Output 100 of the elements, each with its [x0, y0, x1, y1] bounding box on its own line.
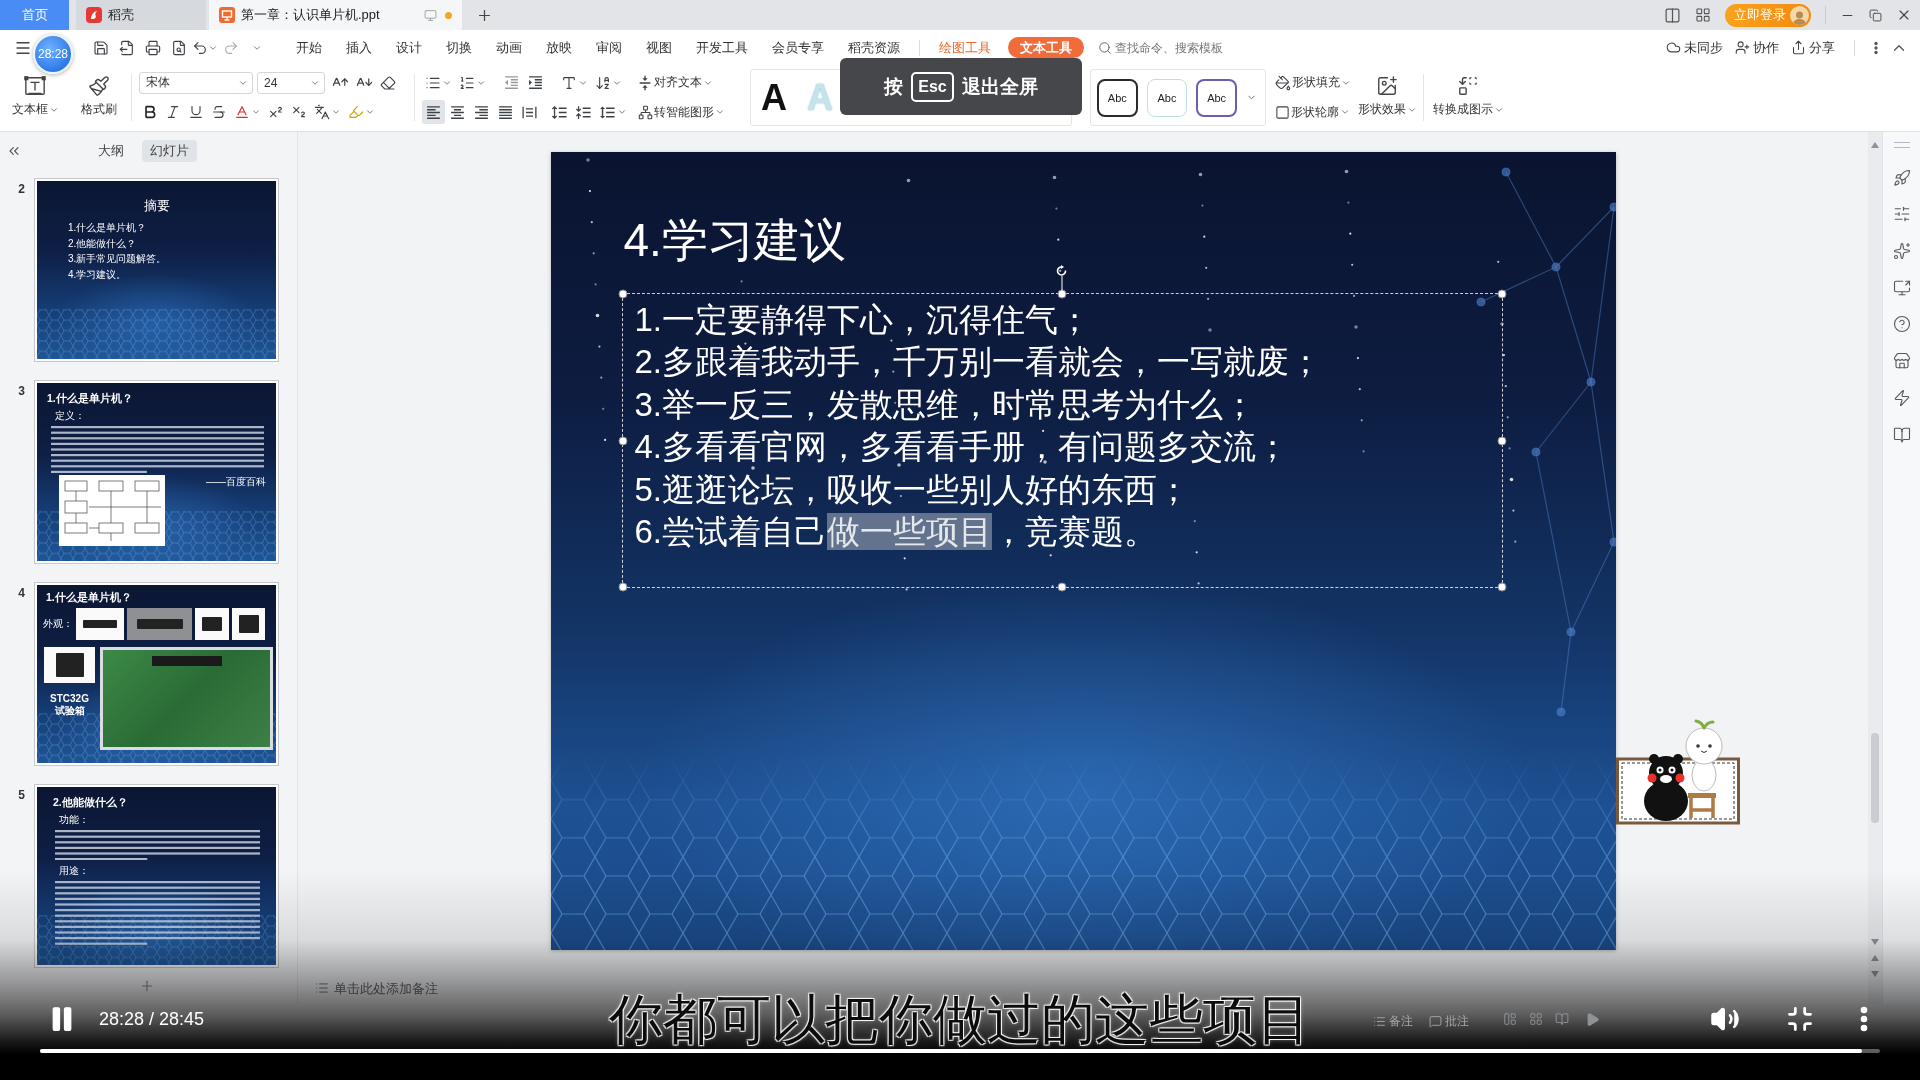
- sliders-icon[interactable]: [1892, 205, 1911, 224]
- search-field[interactable]: 查找命令、搜索模板: [1098, 36, 1237, 59]
- resize-handle[interactable]: [618, 582, 627, 592]
- slide-title: 4.学习建议: [623, 213, 846, 268]
- slide-text: 3.新手常见问题解答。: [68, 252, 167, 266]
- smart-graphic-button[interactable]: 转智能图形: [635, 100, 728, 125]
- resize-handle[interactable]: [1497, 289, 1506, 299]
- shape-outline-button[interactable]: 形状轮廓: [1272, 100, 1353, 125]
- ribbon-tab[interactable]: 切换: [434, 37, 484, 58]
- store-icon[interactable]: [1892, 352, 1911, 371]
- ribbon-tab[interactable]: 视图: [634, 37, 684, 58]
- text-box-button[interactable]: 文本框: [8, 75, 62, 125]
- resize-handle[interactable]: [1057, 289, 1067, 299]
- exit-fullscreen-button[interactable]: [1786, 1005, 1814, 1033]
- slide-thumbnail[interactable]: 1.什么是单片机？ 定义： ——百度百科: [34, 380, 279, 564]
- ribbon-tab[interactable]: 会员专享: [760, 37, 836, 58]
- ribbon-tab[interactable]: 设计: [384, 37, 434, 58]
- panel-tab[interactable]: 幻灯片: [142, 140, 197, 162]
- slide-thumbnail[interactable]: 1.什么是单片机？ 外观： STC32G 试验箱: [34, 582, 279, 766]
- exit-fullscreen-icon: [1786, 1005, 1814, 1033]
- lightning-icon[interactable]: [1892, 388, 1911, 407]
- slide-thumbnail[interactable]: 摘要 1.什么是单片机？ 2.他能做什么？ 3.新手常见问题解答。 4.学习建议。: [34, 178, 279, 362]
- ribbon-tab[interactable]: 开始: [284, 37, 334, 58]
- save-icon[interactable]: [93, 39, 109, 56]
- scrollbar[interactable]: [1868, 132, 1882, 1004]
- italic-icon: [165, 104, 181, 121]
- indent-icon: [527, 74, 544, 92]
- list-item-text: 3.举一反三，发散思维，时常思考为什么；: [634, 384, 1257, 425]
- restore-icon[interactable]: [1869, 8, 1882, 22]
- resize-handle[interactable]: [1497, 436, 1506, 445]
- grip-icon[interactable]: [1893, 142, 1910, 148]
- presentation-file-icon: [219, 7, 235, 23]
- format-painter-button[interactable]: 格式刷: [72, 75, 126, 125]
- scrollbar-thumb[interactable]: [1871, 733, 1879, 823]
- notes-field[interactable]: 单击此处添加备注: [315, 976, 454, 1000]
- ribbon-tab[interactable]: 开发工具: [684, 37, 760, 58]
- more-options-button[interactable]: [1860, 1006, 1868, 1032]
- panel-icon[interactable]: [1664, 6, 1681, 24]
- export-file-icon[interactable]: [119, 39, 135, 56]
- rotate-handle-icon[interactable]: [1056, 265, 1068, 293]
- ribbon-tab[interactable]: 动画: [484, 37, 534, 58]
- user-plus-icon: [1735, 40, 1750, 55]
- sparkles-icon[interactable]: [1892, 242, 1911, 261]
- shape-style-option[interactable]: Abc: [1097, 78, 1138, 117]
- normal-view-icon[interactable]: [1503, 1012, 1517, 1026]
- notes-icon: [315, 981, 329, 995]
- photo-placeholder: [76, 608, 124, 640]
- play-slideshow-icon[interactable]: [1585, 1012, 1600, 1027]
- collaborate-button[interactable]: 协作: [1735, 38, 1779, 57]
- comment-icon: [1429, 1014, 1442, 1028]
- grid-icon[interactable]: [1695, 7, 1711, 23]
- languages-icon: [314, 104, 330, 121]
- notes-toggle[interactable]: 备注: [1373, 1012, 1413, 1030]
- font-family-select[interactable]: 宋体: [139, 71, 253, 94]
- sync-button[interactable]: 未同步: [1666, 38, 1723, 57]
- ribbon-tab[interactable]: 插入: [334, 37, 384, 58]
- slide-thumbnail[interactable]: 2.他能做什么？ 功能： 用途：: [34, 784, 279, 968]
- window-tab[interactable]: 稻壳: [76, 0, 206, 30]
- slide-heading: 用途：: [59, 864, 89, 879]
- rocket-icon[interactable]: [1892, 168, 1911, 187]
- more-icon[interactable]: [1874, 40, 1878, 55]
- grid-view-icon[interactable]: [1529, 1012, 1543, 1026]
- slide-title: 摘要: [143, 197, 170, 215]
- screen-share-icon[interactable]: [1892, 278, 1911, 297]
- convert-button[interactable]: 转换成图示: [1429, 75, 1507, 125]
- comments-toggle[interactable]: 批注: [1429, 1012, 1469, 1030]
- numbered-list-icon: [459, 74, 475, 91]
- help-icon[interactable]: [1892, 315, 1911, 334]
- undo-icon[interactable]: [192, 39, 208, 56]
- slide-text: 1.什么是单片机？: [68, 221, 147, 235]
- share-button[interactable]: 分享: [1791, 38, 1835, 57]
- align-text-button[interactable]: 对齐文本: [634, 70, 716, 95]
- list-item-text: 4.多看看官网，多看看手册，有问题多交流；: [634, 427, 1290, 468]
- window-tab[interactable]: 第一章：认识单片机.ppt: [209, 0, 462, 30]
- align-button[interactable]: [422, 100, 445, 125]
- panel-tab[interactable]: 大纲: [90, 140, 132, 162]
- type-icon: [561, 74, 577, 91]
- resize-handle[interactable]: [618, 289, 627, 299]
- paint-bucket-icon: [1275, 74, 1291, 91]
- print-preview-icon[interactable]: [171, 39, 187, 56]
- more-icon: [1860, 1006, 1868, 1032]
- ribbon-tab[interactable]: 审阅: [584, 37, 634, 58]
- shape-fill-button[interactable]: 形状填充: [1272, 70, 1354, 95]
- reading-view-icon[interactable]: [1555, 1012, 1569, 1026]
- list-item-text: 6.尝试着自己做一些项目，竞赛题。: [634, 512, 1158, 553]
- list-item-text: 2.多跟着我动手，千万别一看就会，一写就废；: [634, 342, 1323, 383]
- ribbon-tab[interactable]: 稻壳资源: [836, 37, 912, 58]
- eraser-icon: [380, 74, 396, 91]
- shape-effects-button[interactable]: 形状效果: [1356, 75, 1418, 125]
- book-icon[interactable]: [1892, 425, 1911, 444]
- share-icon: [1791, 40, 1806, 55]
- print-icon[interactable]: [145, 39, 161, 56]
- resize-handle[interactable]: [618, 436, 627, 445]
- resize-handle[interactable]: [1057, 582, 1067, 592]
- text-style-option[interactable]: A: [759, 75, 789, 120]
- ribbon-tab[interactable]: 放映: [534, 37, 584, 58]
- shape-style-option[interactable]: Abc: [1146, 78, 1188, 117]
- resize-handle[interactable]: [1497, 582, 1506, 592]
- shape-style-option[interactable]: Abc: [1196, 78, 1237, 117]
- font-size-select[interactable]: 24: [257, 71, 325, 94]
